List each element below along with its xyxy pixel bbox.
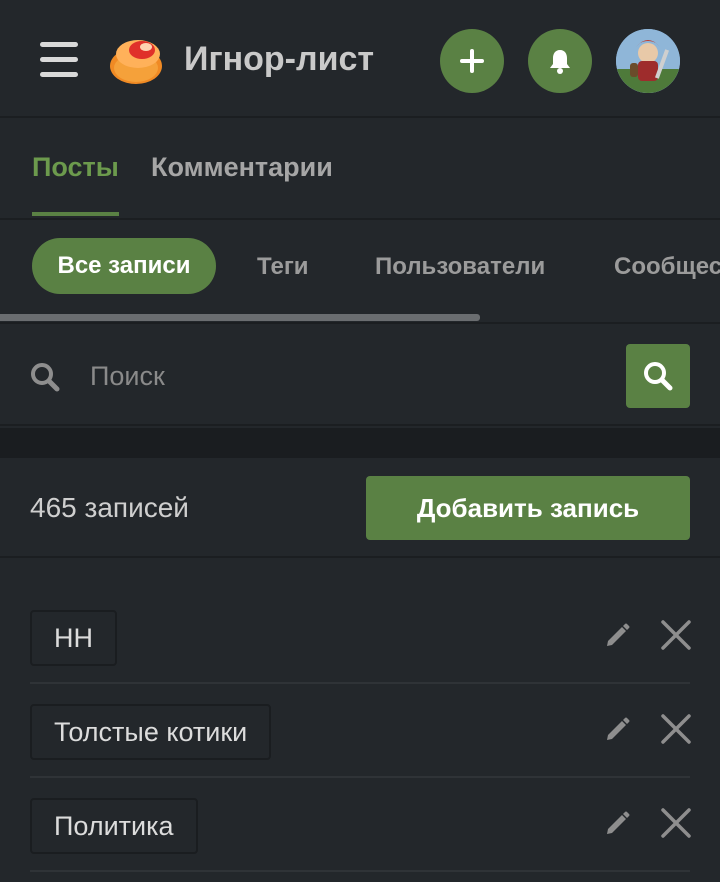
filter-all-entries[interactable]: Все записи bbox=[32, 238, 216, 294]
entry-tag[interactable]: Политика bbox=[30, 798, 198, 854]
filter-tags[interactable]: Теги bbox=[257, 253, 309, 281]
search-button[interactable] bbox=[626, 344, 690, 408]
search-input[interactable] bbox=[90, 352, 610, 400]
list-item: Политика bbox=[30, 778, 693, 872]
entry-tag[interactable]: НН bbox=[30, 610, 117, 666]
entry-tag[interactable]: Толстые котики bbox=[30, 704, 272, 760]
page-title: Игнор-лист bbox=[184, 40, 375, 78]
hamburger-icon[interactable] bbox=[40, 42, 78, 78]
horizontal-scrollbar[interactable] bbox=[0, 314, 480, 321]
close-icon[interactable] bbox=[659, 806, 693, 840]
search-icon bbox=[31, 363, 60, 392]
app-header: Игнор-лист bbox=[0, 0, 720, 118]
close-icon[interactable] bbox=[659, 618, 693, 652]
entries-count: 465 записей bbox=[30, 492, 189, 523]
add-entry-button[interactable]: Добавить запись bbox=[366, 476, 690, 540]
tab-posts[interactable]: Посты bbox=[32, 152, 119, 183]
pencil-icon[interactable] bbox=[604, 621, 632, 649]
main-tabs: Посты Комментарии bbox=[0, 120, 720, 220]
app-logo[interactable] bbox=[106, 32, 166, 88]
list-item: НН bbox=[30, 590, 693, 684]
bell-icon bbox=[550, 50, 570, 74]
create-post-button[interactable] bbox=[440, 29, 504, 93]
ignore-list: НН Толстые котики Политика bbox=[30, 590, 693, 872]
plus-icon bbox=[460, 49, 484, 73]
tab-comments[interactable]: Комментарии bbox=[151, 152, 333, 183]
close-icon[interactable] bbox=[659, 712, 693, 746]
notifications-button[interactable] bbox=[528, 29, 592, 93]
section-divider bbox=[0, 428, 720, 458]
pencil-icon[interactable] bbox=[604, 809, 632, 837]
pencil-icon[interactable] bbox=[604, 715, 632, 743]
summary-row: 465 записей Добавить запись bbox=[0, 458, 720, 558]
search-icon bbox=[644, 362, 673, 391]
user-avatar[interactable] bbox=[616, 29, 680, 93]
filter-tabs: Все записи Теги Пользователи Сообщества bbox=[0, 220, 720, 324]
filter-communities[interactable]: Сообщества bbox=[614, 253, 720, 281]
active-tab-indicator bbox=[32, 212, 119, 216]
filter-users[interactable]: Пользователи bbox=[375, 253, 545, 281]
list-item: Толстые котики bbox=[30, 684, 693, 778]
search-bar bbox=[0, 326, 720, 426]
